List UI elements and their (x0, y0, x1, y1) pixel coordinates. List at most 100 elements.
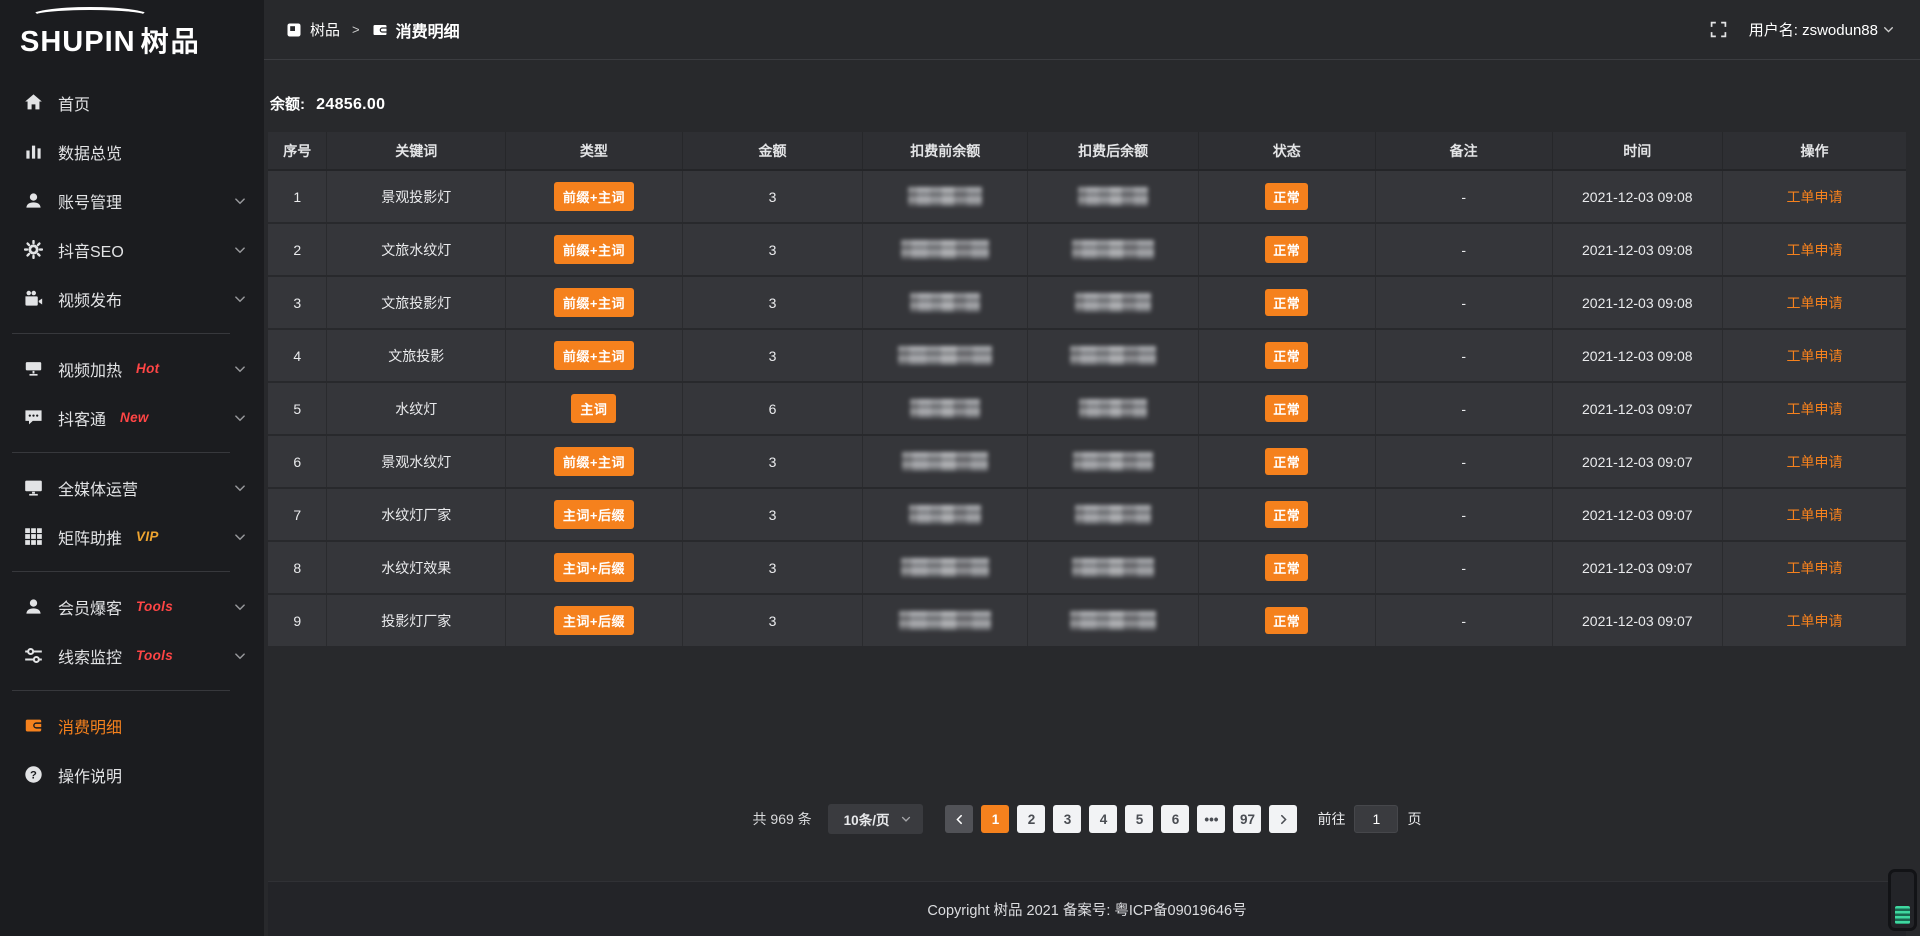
home-icon (24, 93, 43, 112)
cell-balance-after (1028, 541, 1198, 594)
cell-no: 4 (268, 329, 327, 382)
type-badge: 主词+后缀 (554, 553, 634, 582)
status-badge: 正常 (1265, 501, 1308, 528)
main-area: 树品 > 消费明细 用户名: zswodun88 余额: 24856.00 (264, 0, 1920, 936)
cell-time: 2021-12-03 09:08 (1552, 276, 1722, 329)
work-order-link[interactable]: 工单申请 (1786, 613, 1842, 629)
chevron-right-icon (1278, 814, 1289, 825)
cell-status: 正常 (1198, 276, 1375, 329)
prev-page-button[interactable] (945, 805, 973, 833)
user-dropdown[interactable]: 用户名: zswodun88 (1749, 19, 1894, 40)
sidebar-item-video-publish[interactable]: 视频发布 (0, 274, 264, 323)
status-badge: 正常 (1265, 448, 1308, 475)
chevron-down-icon (234, 363, 246, 375)
cell-balance-before (863, 541, 1028, 594)
chevron-down-icon (234, 531, 246, 543)
cell-remark: - (1375, 382, 1552, 435)
cell-balance-after (1028, 594, 1198, 647)
work-order-link[interactable]: 工单申请 (1786, 560, 1842, 576)
cell-status: 正常 (1198, 223, 1375, 276)
cell-amount: 3 (682, 276, 862, 329)
work-order-link[interactable]: 工单申请 (1786, 507, 1842, 523)
cell-status: 正常 (1198, 435, 1375, 488)
next-page-button[interactable] (1269, 805, 1297, 833)
cell-type: 前缀+主词 (505, 276, 682, 329)
sidebar-divider (12, 571, 230, 572)
wallet-icon (24, 716, 43, 735)
cell-balance-before (863, 488, 1028, 541)
page-button-3[interactable]: 3 (1053, 805, 1081, 833)
sidebar-item-consumption-detail[interactable]: 消费明细 (0, 701, 264, 750)
cell-remark: - (1375, 329, 1552, 382)
table-row: 2 文旅水纹灯 前缀+主词 3 正常 - 2021-12-03 09:08 工单… (268, 223, 1906, 276)
redacted-value (1075, 293, 1151, 312)
cell-balance-after (1028, 170, 1198, 223)
cell-amount: 6 (682, 382, 862, 435)
page-button-6[interactable]: 6 (1161, 805, 1189, 833)
page-size-select[interactable]: 10条/页 (828, 804, 924, 834)
sidebar-item-member-burst[interactable]: 会员爆客 Tools (0, 582, 264, 631)
cell-amount: 3 (682, 541, 862, 594)
breadcrumb-current[interactable]: 消费明细 (372, 18, 460, 42)
page-button-5[interactable]: 5 (1125, 805, 1153, 833)
scroll-widget[interactable] (1888, 869, 1917, 931)
sidebar-item-label: 首页 (58, 91, 90, 115)
sidebar-divider (12, 333, 230, 334)
cell-amount: 3 (682, 488, 862, 541)
user-icon (24, 597, 43, 616)
cell-time: 2021-12-03 09:07 (1552, 382, 1722, 435)
work-order-link[interactable]: 工单申请 (1786, 189, 1842, 205)
sidebar-item-data-overview[interactable]: 数据总览 (0, 127, 264, 176)
app-logo[interactable]: SHUPIN 树品 (0, 0, 264, 64)
cell-action: 工单申请 (1722, 541, 1906, 594)
type-badge: 前缀+主词 (554, 341, 634, 370)
sidebar-item-instructions[interactable]: ? 操作说明 (0, 750, 264, 799)
pagination: 共 969 条 10条/页 1 2 3 4 5 6 ••• 97 前往 页 (268, 804, 1906, 834)
logo-arc-decoration (30, 7, 150, 25)
work-order-link[interactable]: 工单申请 (1786, 401, 1842, 417)
cell-status: 正常 (1198, 541, 1375, 594)
page-size-value: 10条/页 (844, 809, 890, 829)
page-button-2[interactable]: 2 (1017, 805, 1045, 833)
work-order-link[interactable]: 工单申请 (1786, 348, 1842, 364)
chevron-down-icon (901, 814, 911, 824)
type-badge: 前缀+主词 (554, 447, 634, 476)
video-camera-icon (24, 289, 43, 308)
redacted-value (901, 240, 989, 259)
cell-balance-before (863, 435, 1028, 488)
goto-page-input[interactable] (1354, 805, 1398, 833)
type-badge: 主词+后缀 (554, 606, 634, 635)
cell-keyword: 景观水纹灯 (327, 435, 506, 488)
sidebar-item-matrix-boost[interactable]: 矩阵助推 VIP (0, 512, 264, 561)
work-order-link[interactable]: 工单申请 (1786, 295, 1842, 311)
more-pages-button[interactable]: ••• (1197, 805, 1225, 833)
cell-action: 工单申请 (1722, 594, 1906, 647)
page-button-4[interactable]: 4 (1089, 805, 1117, 833)
column-header: 金额 (682, 132, 862, 170)
breadcrumb-root[interactable]: 树品 (286, 19, 340, 40)
fullscreen-icon[interactable] (1710, 21, 1727, 38)
breadcrumb-current-label: 消费明细 (396, 18, 460, 42)
sidebar-item-clue-monitor[interactable]: 线索监控 Tools (0, 631, 264, 680)
status-badge: 正常 (1265, 342, 1308, 369)
widget-stripes-decoration (1895, 906, 1910, 924)
sidebar-item-douketong[interactable]: 抖客通 New (0, 393, 264, 442)
footer: Copyright 树品 2021 备案号: 粤ICP备09019646号 (268, 881, 1906, 936)
work-order-link[interactable]: 工单申请 (1786, 454, 1842, 470)
goto-label: 前往 (1317, 809, 1345, 829)
sidebar-item-all-media[interactable]: 全媒体运营 (0, 463, 264, 512)
sidebar-item-douyin-seo[interactable]: 抖音SEO (0, 225, 264, 274)
page-button-1[interactable]: 1 (981, 805, 1009, 833)
chevron-down-icon (1883, 24, 1894, 35)
sidebar-item-home[interactable]: 首页 (0, 78, 264, 127)
work-order-link[interactable]: 工单申请 (1786, 242, 1842, 258)
page-button-97[interactable]: 97 (1233, 805, 1261, 833)
cell-no: 1 (268, 170, 327, 223)
cell-keyword: 水纹灯效果 (327, 541, 506, 594)
sidebar-item-account-management[interactable]: 账号管理 (0, 176, 264, 225)
chevron-down-icon (234, 482, 246, 494)
cell-type: 主词 (505, 382, 682, 435)
redacted-value (910, 293, 980, 312)
sidebar-item-video-heat[interactable]: 视频加热 Hot (0, 344, 264, 393)
logo-cn-text: 树品 (141, 20, 201, 60)
